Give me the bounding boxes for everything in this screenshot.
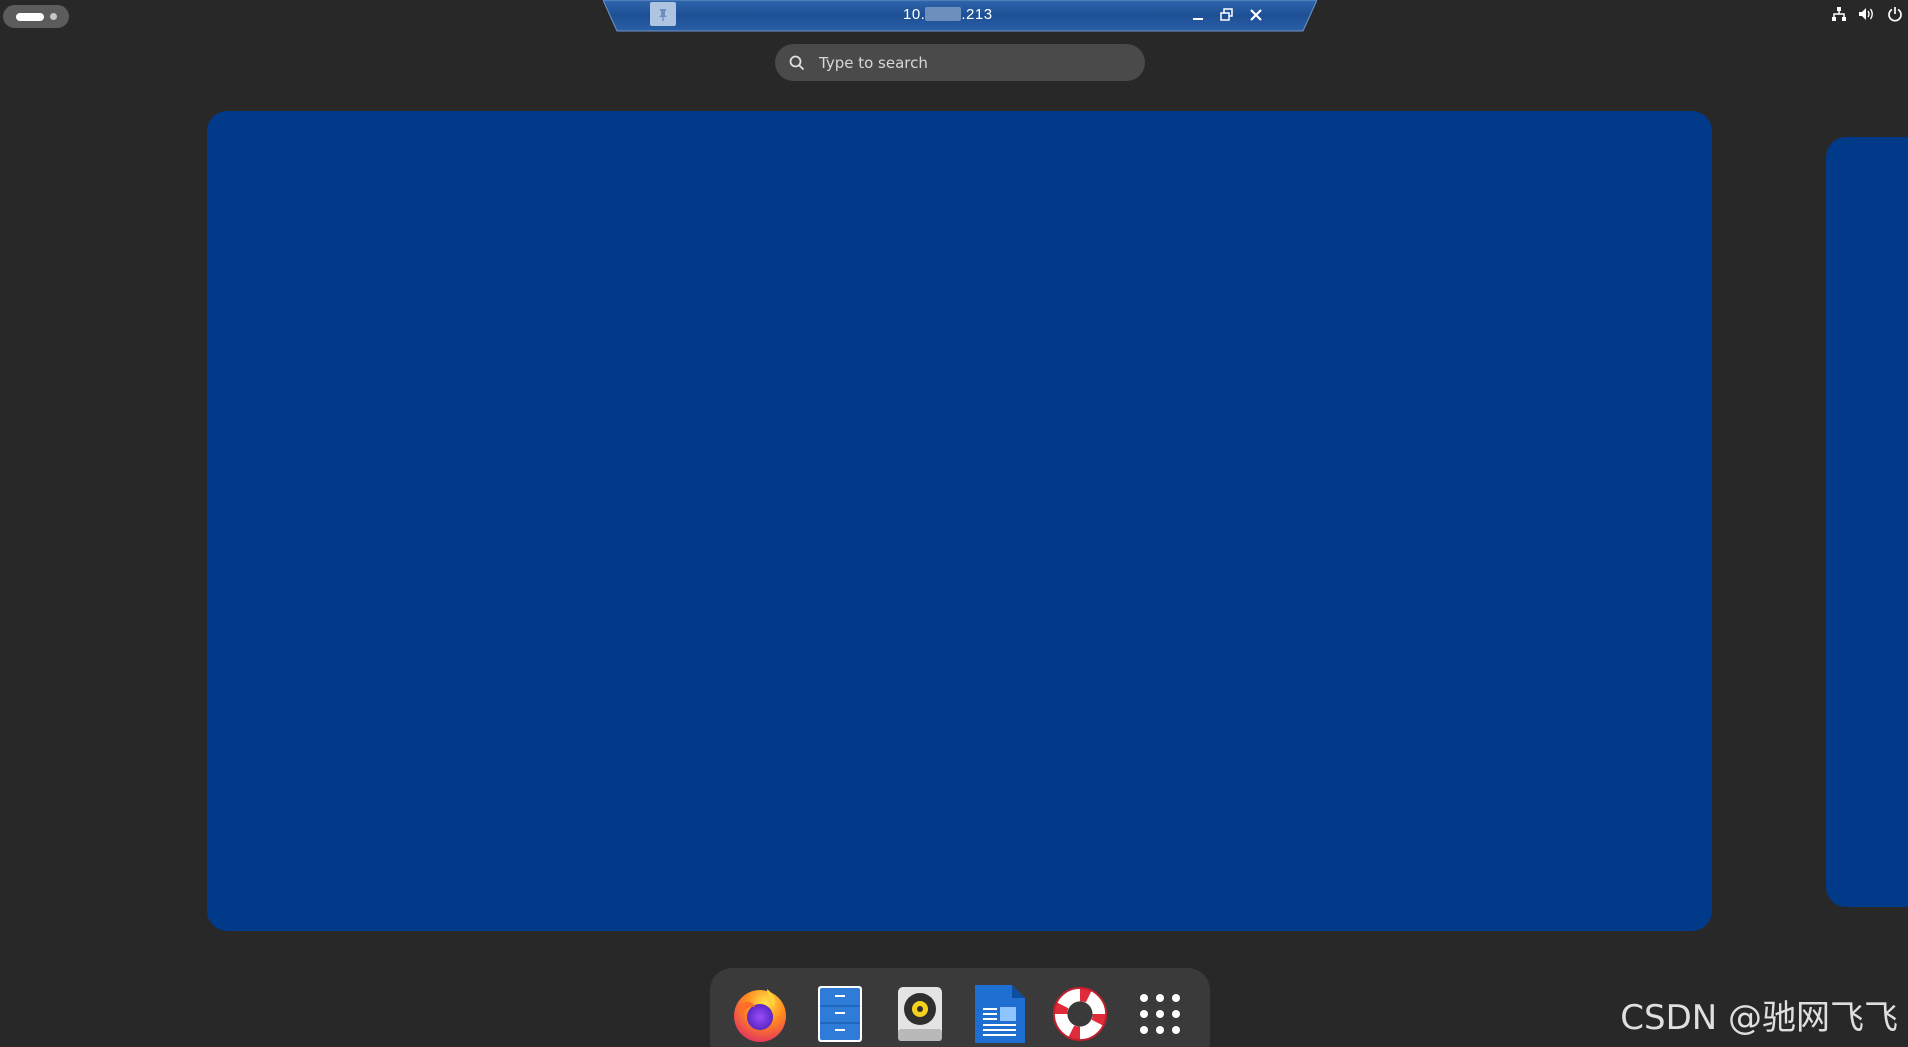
rhythmbox-icon[interactable] bbox=[891, 984, 949, 1044]
connection-ip-start: 10. bbox=[903, 6, 926, 23]
desktop: 10. .213 Type to search CSDN @驰网飞飞 bbox=[0, 0, 1908, 1047]
workspace-preview-current[interactable] bbox=[207, 111, 1712, 931]
search-bar[interactable] bbox=[775, 44, 1145, 81]
close-button[interactable] bbox=[1245, 4, 1267, 26]
minimize-icon bbox=[1193, 18, 1203, 20]
activities-pill-icon bbox=[15, 12, 44, 21]
close-icon bbox=[1250, 9, 1262, 21]
restore-button[interactable] bbox=[1216, 4, 1238, 26]
network-icon[interactable] bbox=[1830, 5, 1848, 23]
help-icon[interactable] bbox=[1051, 984, 1109, 1044]
system-tray[interactable] bbox=[1830, 5, 1908, 27]
volume-icon[interactable] bbox=[1858, 5, 1876, 23]
redacted-ip-segment bbox=[925, 7, 962, 21]
restore-icon bbox=[1220, 8, 1233, 21]
power-icon[interactable] bbox=[1886, 5, 1904, 23]
pin-icon[interactable] bbox=[650, 2, 676, 26]
files-icon[interactable] bbox=[811, 984, 869, 1044]
connection-title: 10. .213 bbox=[903, 5, 1033, 25]
search-icon bbox=[789, 54, 807, 72]
search-input[interactable] bbox=[817, 52, 1145, 73]
minimize-button[interactable] bbox=[1187, 4, 1209, 26]
connection-ip-end: .213 bbox=[961, 6, 993, 23]
workspace-preview-next[interactable] bbox=[1826, 137, 1908, 907]
dock bbox=[710, 968, 1210, 1047]
workspace-dot-icon bbox=[49, 13, 57, 20]
app-grid-icon[interactable] bbox=[1131, 984, 1189, 1044]
firefox-icon[interactable] bbox=[731, 984, 789, 1044]
writer-icon[interactable] bbox=[971, 984, 1029, 1044]
remote-desktop-connection-bar[interactable]: 10. .213 bbox=[603, 0, 1317, 32]
watermark-text: CSDN @驰网飞飞 bbox=[1620, 998, 1898, 1038]
activities-button[interactable] bbox=[3, 5, 69, 28]
